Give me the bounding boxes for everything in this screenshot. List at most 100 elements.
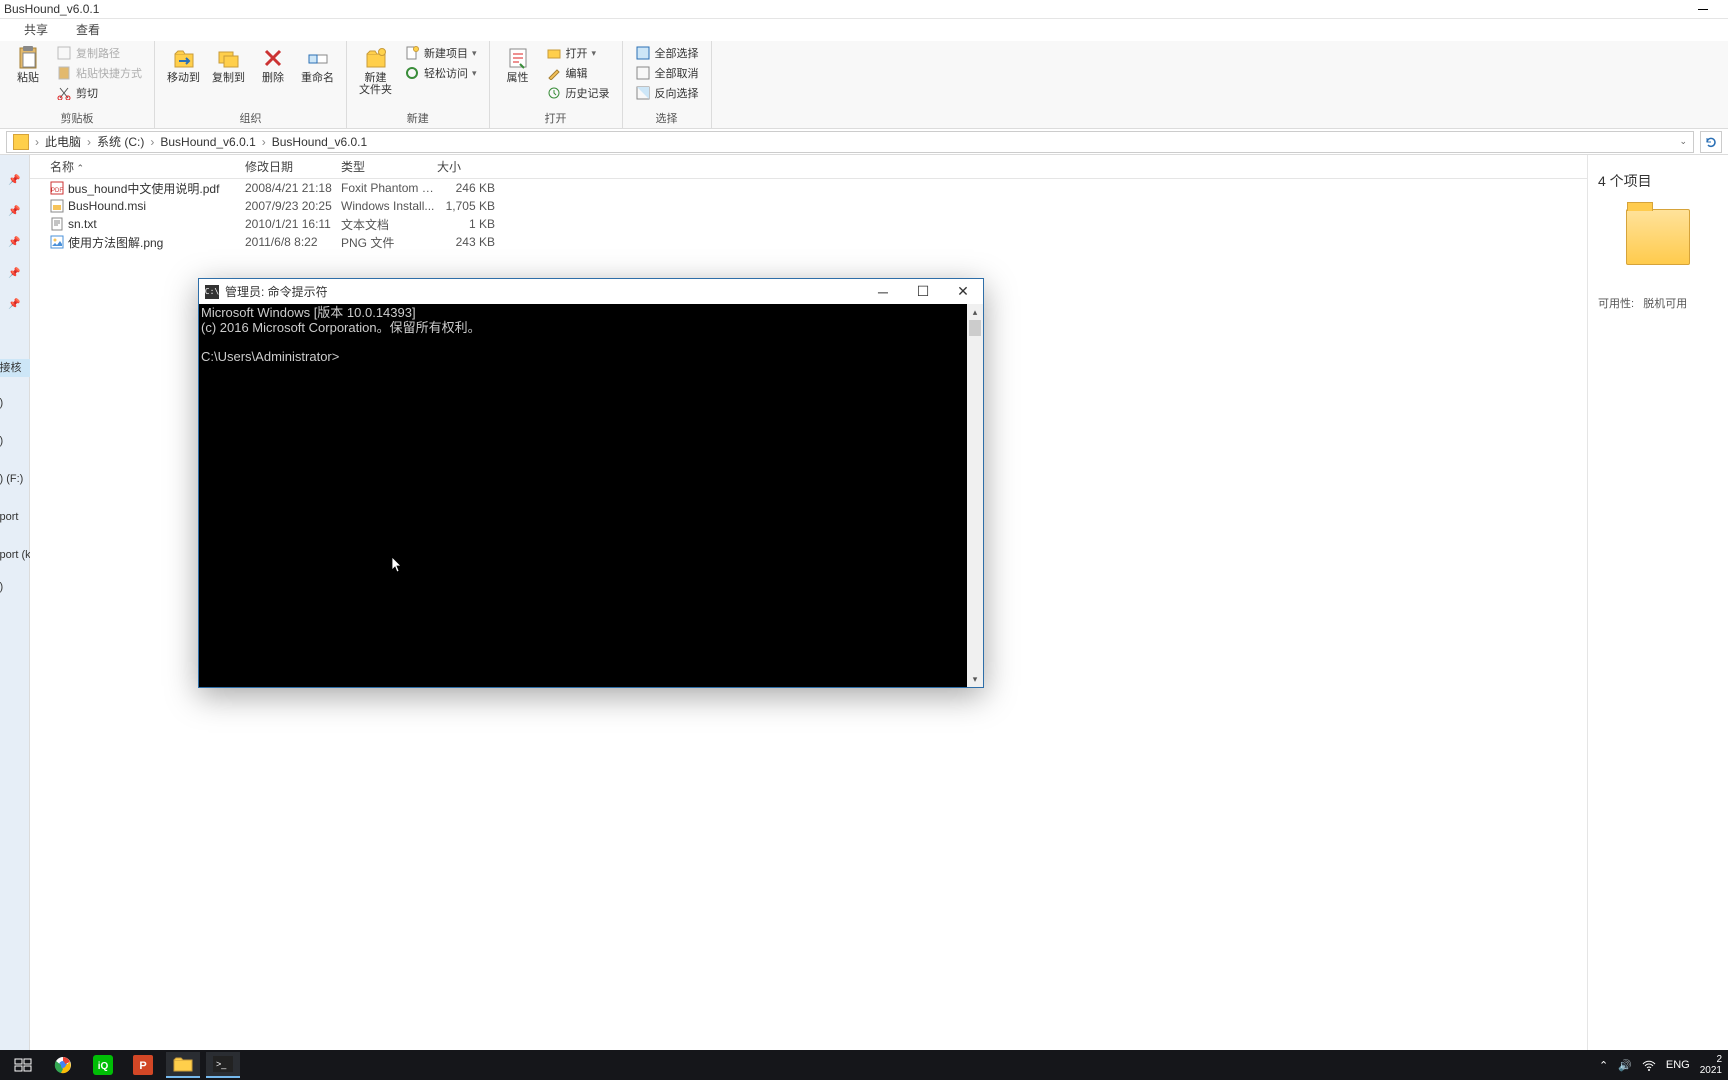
pasteshortcut-icon	[56, 65, 72, 81]
window-title: BusHound_v6.0.1	[4, 2, 99, 16]
copyto-button[interactable]: 复制到	[208, 44, 249, 86]
item-count: 4 个项目	[1598, 171, 1718, 191]
scroll-up-icon[interactable]: ▴	[967, 304, 983, 320]
cmd-window[interactable]: C:\ 管理员: 命令提示符 ─ ☐ ✕ Microsoft Windows […	[198, 278, 984, 688]
crumb-f2[interactable]: BusHound_v6.0.1	[272, 135, 367, 149]
column-name[interactable]: 名称	[30, 158, 245, 175]
tab-view[interactable]: 查看	[64, 18, 112, 41]
sidebar-item[interactable]: ) (F:)	[0, 473, 30, 491]
sidebar-item[interactable]: )	[0, 581, 30, 599]
sidebar-item[interactable]: port (k	[0, 549, 30, 567]
cut-button[interactable]: 剪切	[52, 84, 146, 102]
column-size[interactable]: 大小	[437, 158, 495, 175]
history-button[interactable]: 历史记录	[542, 84, 614, 102]
scroll-thumb[interactable]	[969, 320, 981, 336]
file-type: Foxit Phantom P...	[341, 181, 437, 195]
navigation-sidebar: 📌 📌 📌 📌 📌 ) 接核 ) ) ) (F:) port port (k	[0, 155, 30, 1050]
svg-text:PDF: PDF	[51, 188, 63, 194]
tray-chevron-icon[interactable]: ⌃	[1599, 1059, 1608, 1072]
minimize-icon[interactable]	[1698, 9, 1708, 10]
cut-icon	[56, 85, 72, 101]
properties-button[interactable]: 属性	[498, 44, 538, 86]
open-button[interactable]: 打开	[542, 44, 614, 62]
sidebar-item[interactable]: 接核	[0, 359, 30, 377]
file-icon: PDF	[50, 181, 64, 195]
cmd-scrollbar[interactable]: ▴ ▾	[967, 304, 983, 687]
svg-text:>_: >_	[216, 1059, 227, 1069]
tray-wifi-icon[interactable]	[1642, 1058, 1656, 1072]
file-icon	[50, 217, 64, 231]
powerpoint-button[interactable]: P	[126, 1052, 160, 1078]
scroll-down-icon[interactable]: ▾	[967, 671, 983, 687]
column-type[interactable]: 类型	[341, 158, 437, 175]
crumb-c[interactable]: 系统 (C:)	[97, 133, 144, 150]
pasteshortcut-button[interactable]: 粘贴快捷方式	[52, 64, 146, 82]
refresh-button[interactable]	[1700, 131, 1722, 153]
taskbar: iQ P >_ ⌃ 🔊 ENG 2 2021	[0, 1050, 1728, 1080]
newfolder-button[interactable]: 新建 文件夹	[355, 44, 396, 98]
file-list-header: 名称 修改日期 类型 大小	[30, 155, 1587, 179]
copyto-icon	[217, 46, 241, 70]
paste-icon	[16, 46, 40, 70]
task-view-button[interactable]	[6, 1052, 40, 1078]
pin-icon[interactable]: 📌	[8, 175, 20, 186]
edit-button[interactable]: 编辑	[542, 64, 614, 82]
ribbon-group-new: 新建 文件夹 新建项目 轻松访问 新建	[347, 41, 490, 128]
crumb-f1[interactable]: BusHound_v6.0.1	[160, 135, 255, 149]
sidebar-item[interactable]: port	[0, 511, 30, 529]
chevron-down-icon[interactable]: ⌄	[1679, 136, 1687, 147]
pin-icon[interactable]: 📌	[8, 299, 20, 310]
pin-icon[interactable]: 📌	[8, 206, 20, 217]
tray-lang[interactable]: ENG	[1666, 1059, 1690, 1071]
file-row[interactable]: 使用方法图解.png2011/6/8 8:22PNG 文件243 KB	[30, 233, 1587, 251]
file-row[interactable]: PDFbus_hound中文使用说明.pdf2008/4/21 21:18Fox…	[30, 179, 1587, 197]
file-size: 246 KB	[437, 181, 495, 195]
breadcrumb[interactable]: › 此电脑 › 系统 (C:) › BusHound_v6.0.1 › BusH…	[6, 131, 1694, 153]
file-row[interactable]: sn.txt2010/1/21 16:11文本文档1 KB	[30, 215, 1587, 233]
rename-button[interactable]: 重命名	[297, 44, 338, 86]
cmd-close-button[interactable]: ✕	[943, 279, 983, 304]
sidebar-item[interactable]: )	[0, 397, 30, 415]
easyaccess-icon	[404, 65, 420, 81]
copypath-icon	[56, 45, 72, 61]
tray-clock[interactable]: 2 2021	[1700, 1054, 1722, 1076]
chrome-button[interactable]	[46, 1052, 80, 1078]
column-date[interactable]: 修改日期	[245, 158, 341, 175]
cmd-minimize-button[interactable]: ─	[863, 279, 903, 304]
tray-volume-icon[interactable]: 🔊	[1618, 1059, 1632, 1072]
invert-button[interactable]: 反向选择	[631, 84, 703, 102]
cmd-titlebar[interactable]: C:\ 管理员: 命令提示符 ─ ☐ ✕	[199, 279, 983, 304]
newitem-icon	[404, 45, 420, 61]
group-select-label: 选择	[631, 108, 703, 128]
file-name: bus_hound中文使用说明.pdf	[68, 180, 219, 197]
pin-icon[interactable]: 📌	[8, 268, 20, 279]
titlebar: BusHound_v6.0.1	[0, 0, 1728, 19]
crumb-pc[interactable]: 此电脑	[45, 133, 81, 150]
file-row[interactable]: BusHound.msi2007/9/23 20:25Windows Insta…	[30, 197, 1587, 215]
selectall-button[interactable]: 全部选择	[631, 44, 703, 62]
sidebar-item[interactable]: )	[0, 435, 30, 453]
delete-button[interactable]: 删除	[253, 44, 293, 86]
cmd-maximize-button[interactable]: ☐	[903, 279, 943, 304]
paste-button[interactable]: 粘贴	[8, 44, 48, 86]
cmd-content[interactable]: Microsoft Windows [版本 10.0.14393] (c) 20…	[199, 304, 983, 687]
selectnone-button[interactable]: 全部取消	[631, 64, 703, 82]
pin-icon[interactable]: 📌	[8, 237, 20, 248]
moveto-icon	[172, 46, 196, 70]
cmd-taskbar-button[interactable]: >_	[206, 1052, 240, 1078]
file-type: PNG 文件	[341, 234, 437, 251]
explorer-button[interactable]	[166, 1052, 200, 1078]
iqiyi-button[interactable]: iQ	[86, 1052, 120, 1078]
file-type: Windows Install...	[341, 199, 437, 213]
tab-share[interactable]: 共享	[12, 18, 60, 41]
ribbon-tabs: 共享 查看	[0, 19, 1728, 41]
easyaccess-button[interactable]: 轻松访问	[400, 64, 481, 82]
svg-text:P: P	[139, 1060, 146, 1072]
folder-icon	[13, 134, 29, 150]
copypath-button[interactable]: 复制路径	[52, 44, 146, 62]
history-icon	[546, 85, 562, 101]
moveto-button[interactable]: 移动到	[163, 44, 204, 86]
newitem-button[interactable]: 新建项目	[400, 44, 481, 62]
folder-large-icon	[1626, 209, 1690, 265]
newfolder-icon	[364, 46, 388, 70]
